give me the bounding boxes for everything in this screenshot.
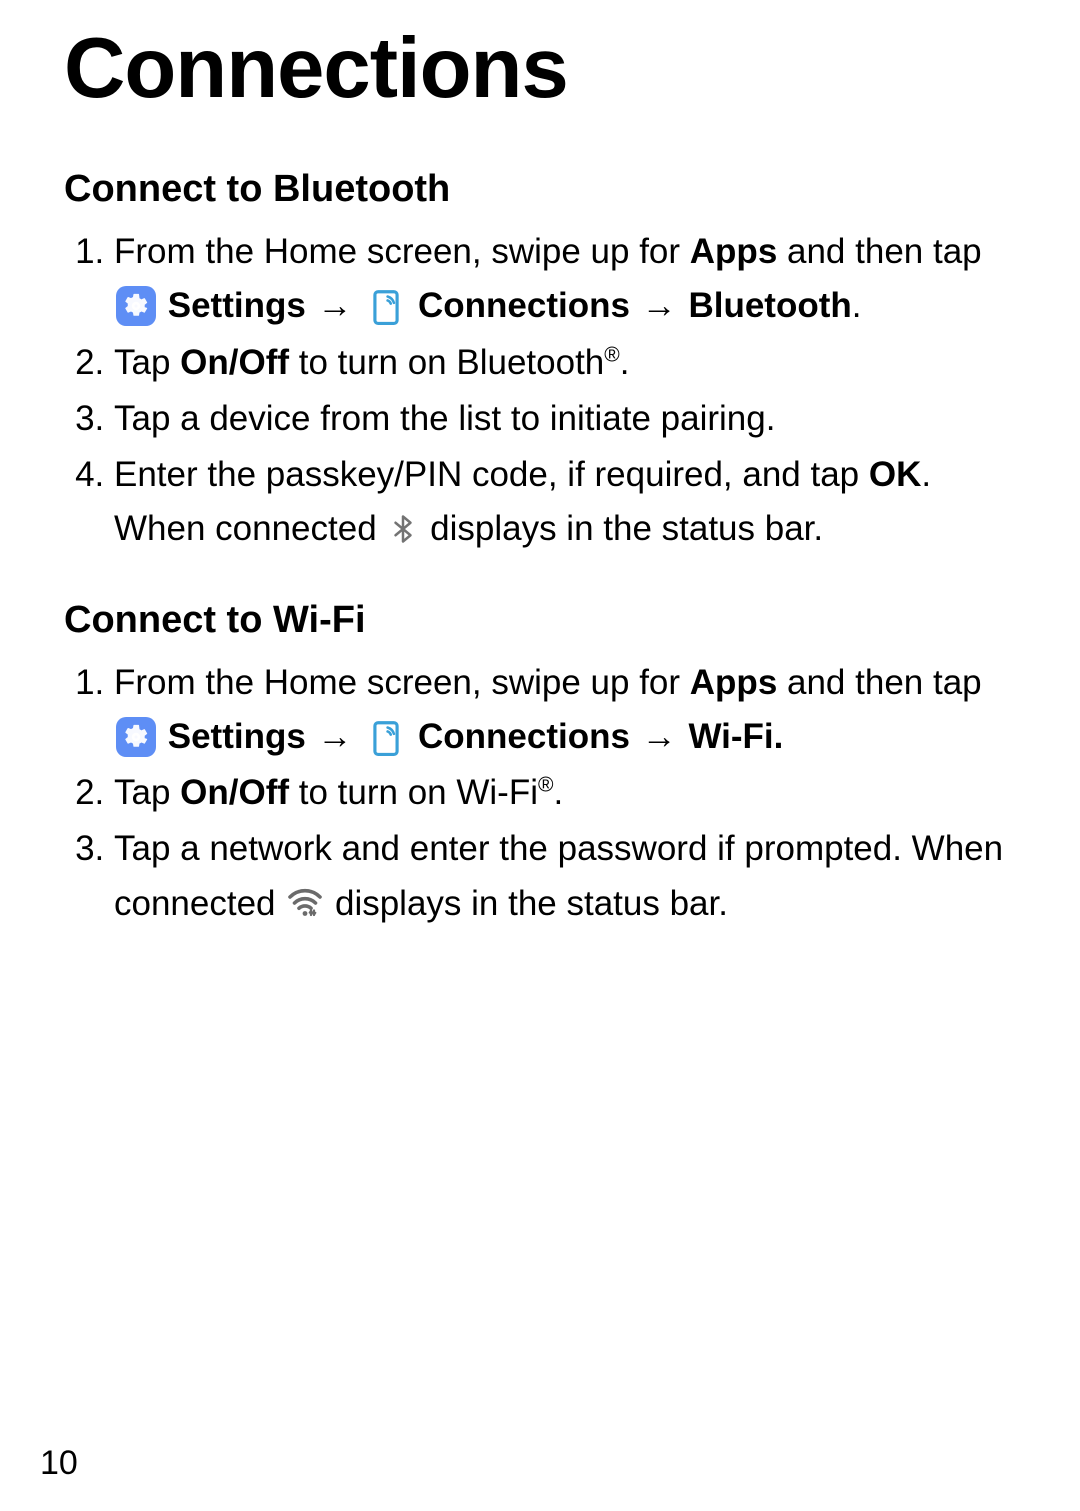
list-item: Tap a device from the list to initiate p…: [114, 392, 1024, 446]
page-title: Connections: [64, 20, 1024, 118]
text: displays in the status bar.: [420, 509, 823, 548]
text: Tap: [114, 773, 180, 812]
text: displays in the status bar.: [325, 884, 728, 923]
list-item: Tap On/Off to turn on Wi-Fi®.: [114, 766, 1024, 820]
manual-page: Connections Connect to Bluetooth From th…: [0, 0, 1080, 1511]
text: and then tap: [777, 663, 981, 702]
arrow-icon: →: [318, 286, 353, 325]
text: Tap a device from the list to initiate p…: [114, 399, 775, 438]
text: and then tap: [777, 232, 981, 271]
connections-icon: [366, 286, 406, 326]
onoff-label: On/Off: [180, 773, 289, 812]
bluetooth-heading: Connect to Bluetooth: [64, 168, 1024, 211]
text: .: [553, 773, 563, 812]
text: to turn on Wi-Fi: [289, 773, 538, 812]
registered-mark: ®: [538, 773, 553, 796]
text: to turn on Bluetooth: [289, 343, 604, 382]
arrow-icon: →: [318, 717, 353, 756]
apps-label: Apps: [690, 663, 778, 702]
bluetooth-label: Bluetooth: [688, 286, 851, 325]
arrow-icon: →: [642, 286, 677, 325]
text: .: [620, 343, 630, 382]
list-item: From the Home screen, swipe up for Apps …: [114, 225, 1024, 334]
connections-icon: [366, 717, 406, 757]
arrow-icon: →: [642, 717, 677, 756]
ok-label: OK: [869, 455, 922, 494]
onoff-label: On/Off: [180, 343, 289, 382]
apps-label: Apps: [690, 232, 778, 271]
gear-icon: [116, 717, 156, 757]
settings-label: Settings: [168, 717, 306, 756]
text: Tap: [114, 343, 180, 382]
wifi-label: Wi-Fi.: [688, 717, 783, 756]
wifi-steps: From the Home screen, swipe up for Apps …: [64, 656, 1024, 931]
text: From the Home screen, swipe up for: [114, 663, 690, 702]
settings-label: Settings: [168, 286, 306, 325]
bluetooth-icon: [388, 512, 418, 546]
list-item: Tap a network and enter the password if …: [114, 822, 1024, 931]
gear-icon: [116, 286, 156, 326]
page-number: 10: [40, 1444, 78, 1483]
list-item: Enter the passkey/PIN code, if required,…: [114, 448, 1024, 557]
connections-label: Connections: [418, 717, 630, 756]
text: From the Home screen, swipe up for: [114, 232, 690, 271]
connections-label: Connections: [418, 286, 630, 325]
text: .: [852, 286, 862, 325]
wifi-heading: Connect to Wi-Fi: [64, 599, 1024, 642]
list-item: Tap On/Off to turn on Bluetooth®.: [114, 336, 1024, 390]
wifi-icon: [287, 888, 323, 918]
registered-mark: ®: [604, 343, 619, 366]
list-item: From the Home screen, swipe up for Apps …: [114, 656, 1024, 765]
bluetooth-steps: From the Home screen, swipe up for Apps …: [64, 225, 1024, 557]
text: Enter the passkey/PIN code, if required,…: [114, 455, 869, 494]
